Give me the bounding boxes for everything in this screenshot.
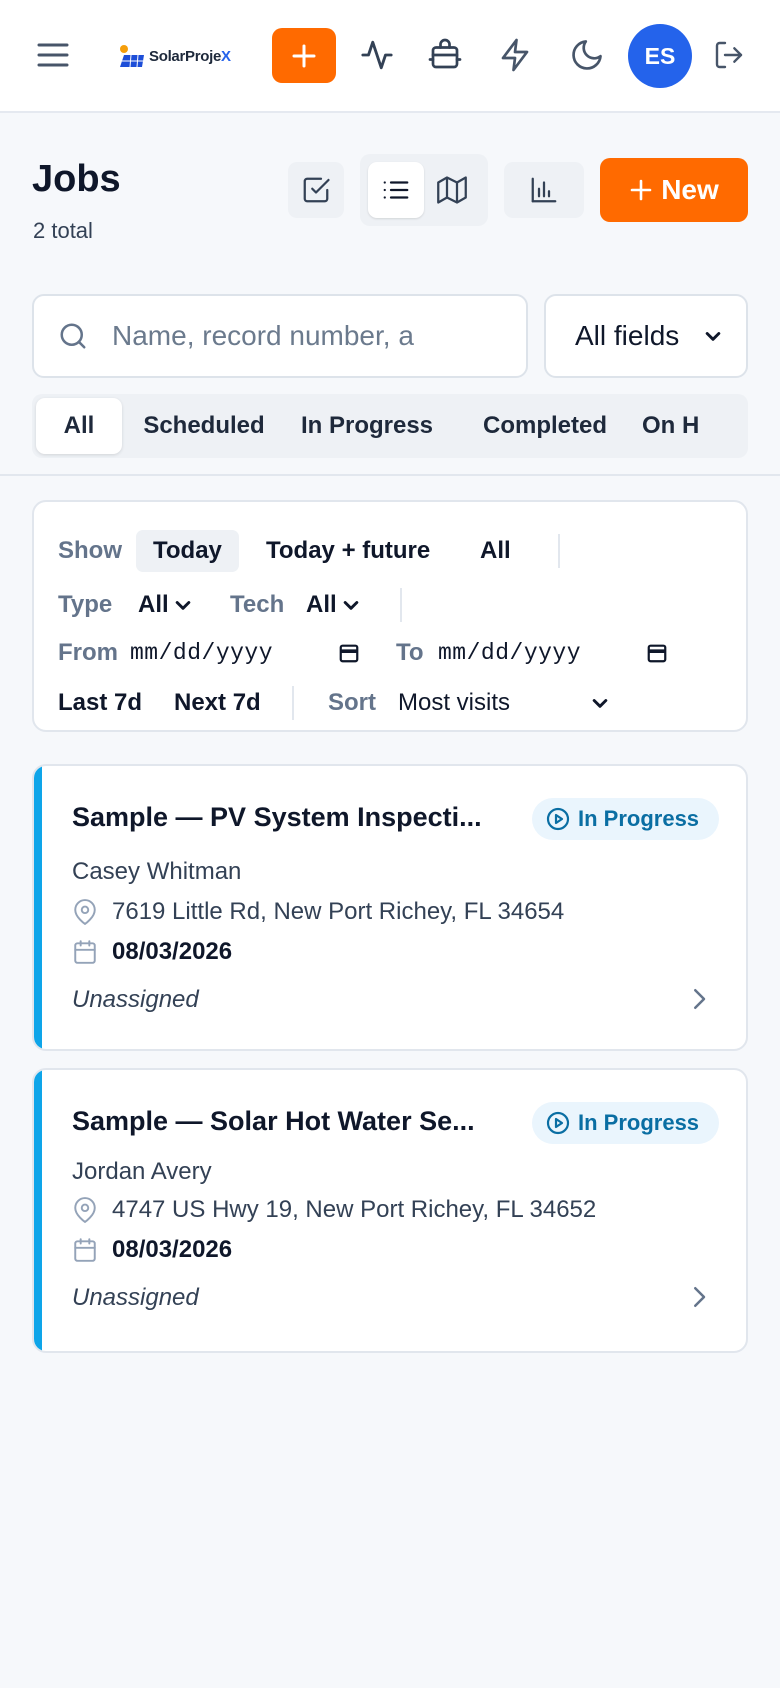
assignee: Unassigned xyxy=(72,1284,199,1311)
chevron-down-icon xyxy=(592,699,608,708)
assignee: Unassigned xyxy=(72,986,199,1013)
address-text: 7619 Little Rd, New Port Richey, FL 3465… xyxy=(112,898,565,925)
plus-icon xyxy=(292,44,316,67)
bolt-icon[interactable] xyxy=(494,34,536,76)
logo-text: SolarProjeX xyxy=(149,47,231,65)
tab-in-progress[interactable]: In Progress xyxy=(292,398,442,454)
date-text: 08/03/2026 xyxy=(112,1236,233,1263)
show-today-option[interactable]: Today xyxy=(136,530,239,572)
to-date-placeholder: mm/dd/yyyy xyxy=(438,640,582,666)
show-label: Show xyxy=(58,537,122,564)
tech-value: All xyxy=(306,591,337,618)
list-icon xyxy=(383,181,409,199)
moon-icon[interactable] xyxy=(566,34,608,76)
job-date: 08/03/2026 xyxy=(72,1236,232,1264)
tab-completed[interactable]: Completed xyxy=(472,398,618,454)
show-all-option[interactable]: All xyxy=(480,530,511,572)
tab-scheduled[interactable]: Scheduled xyxy=(134,398,274,454)
search-icon xyxy=(60,323,86,349)
section-divider xyxy=(0,474,780,476)
avatar[interactable]: ES xyxy=(628,24,692,88)
job-card[interactable]: Sample — Solar Hot Water Se... In Progre… xyxy=(32,1068,748,1353)
list-view-button[interactable] xyxy=(368,162,424,218)
search-scope-select[interactable]: All fields xyxy=(544,294,748,378)
chevron-down-icon xyxy=(175,601,190,610)
search-box[interactable] xyxy=(32,294,528,378)
app-logo[interactable]: SolarProjeX xyxy=(118,36,248,76)
calendar-icon xyxy=(74,1238,96,1262)
select-mode-button[interactable] xyxy=(288,162,344,218)
map-view-button[interactable] xyxy=(424,162,480,218)
filter-separator xyxy=(558,534,560,568)
filters-panel: Show Today Today + future All Type All T… xyxy=(32,500,748,732)
checkbox-icon xyxy=(303,177,330,203)
top-bar: SolarProjeX ES xyxy=(0,0,780,113)
filter-separator xyxy=(292,686,294,720)
status-text: In Progress xyxy=(578,806,700,831)
customer-name: Casey Whitman xyxy=(72,858,242,885)
from-date-placeholder: mm/dd/yyyy xyxy=(130,640,274,666)
tech-select[interactable]: All xyxy=(306,584,361,626)
new-job-button[interactable]: New xyxy=(600,158,748,222)
chevron-down-icon xyxy=(705,332,721,341)
job-address: 4747 US Hwy 19, New Port Richey, FL 3465… xyxy=(72,1196,596,1224)
job-title: Sample — Solar Hot Water Se... xyxy=(72,1106,475,1136)
map-icon xyxy=(437,176,467,204)
tech-label: Tech xyxy=(230,591,285,618)
sort-value: Most visits xyxy=(398,689,511,716)
next-7d-button[interactable]: Next 7d xyxy=(174,682,261,724)
job-address: 7619 Little Rd, New Port Richey, FL 3465… xyxy=(72,898,564,926)
job-card[interactable]: Sample — PV System Inspecti... In Progre… xyxy=(32,764,748,1051)
briefcase-icon[interactable] xyxy=(424,34,466,76)
status-tabs: All Scheduled In Progress Completed On H xyxy=(32,394,748,458)
stats-button[interactable] xyxy=(504,162,584,218)
map-pin-icon xyxy=(74,1197,96,1223)
search-scope-value: All fields xyxy=(575,320,680,351)
chevron-right-icon[interactable] xyxy=(684,984,714,1014)
address-text: 4747 US Hwy 19, New Port Richey, FL 3465… xyxy=(112,1196,597,1223)
calendar-icon xyxy=(339,644,359,663)
status-badge: In Progress xyxy=(532,1102,720,1144)
status-accent-bar xyxy=(34,766,42,1049)
tab-on-hold[interactable]: On H xyxy=(642,398,722,454)
status-text: In Progress xyxy=(578,1110,700,1135)
customer-name: Jordan Avery xyxy=(72,1158,212,1185)
bar-chart-icon xyxy=(531,177,557,203)
type-value: All xyxy=(138,591,169,618)
map-pin-icon xyxy=(74,899,96,925)
page-title: Jobs xyxy=(32,158,121,200)
calendar-icon xyxy=(74,940,96,964)
sort-label: Sort xyxy=(328,689,376,716)
from-date-input[interactable]: mm/dd/yyyy xyxy=(130,632,360,674)
show-today-future-option[interactable]: Today + future xyxy=(266,530,430,572)
date-text: 08/03/2026 xyxy=(112,938,233,965)
quick-add-button[interactable] xyxy=(272,28,336,83)
job-title: Sample — PV System Inspecti... xyxy=(72,802,482,832)
play-circle-icon xyxy=(546,807,570,831)
job-date: 08/03/2026 xyxy=(72,938,232,966)
filter-separator xyxy=(400,588,402,622)
plus-icon xyxy=(630,179,652,201)
type-select[interactable]: All xyxy=(138,584,193,626)
logout-icon[interactable] xyxy=(708,34,750,76)
new-job-label: New xyxy=(661,174,719,205)
job-count: 2 total xyxy=(33,218,93,243)
search-input[interactable] xyxy=(112,320,432,352)
type-label: Type xyxy=(58,591,113,618)
to-label: To xyxy=(396,639,424,666)
calendar-icon xyxy=(647,644,667,663)
sort-select[interactable]: Most visits xyxy=(398,682,610,724)
to-date-input[interactable]: mm/dd/yyyy xyxy=(438,632,668,674)
chevron-down-icon xyxy=(343,601,358,610)
menu-icon[interactable] xyxy=(30,35,76,75)
chevron-right-icon[interactable] xyxy=(684,1282,714,1312)
status-badge: In Progress xyxy=(532,798,720,840)
last-7d-button[interactable]: Last 7d xyxy=(58,682,142,724)
status-accent-bar xyxy=(34,1070,42,1351)
from-label: From xyxy=(58,639,118,666)
solar-panel-icon xyxy=(120,45,144,68)
play-circle-icon xyxy=(546,1111,570,1135)
tab-all[interactable]: All xyxy=(36,398,122,454)
activity-icon[interactable] xyxy=(356,34,398,76)
